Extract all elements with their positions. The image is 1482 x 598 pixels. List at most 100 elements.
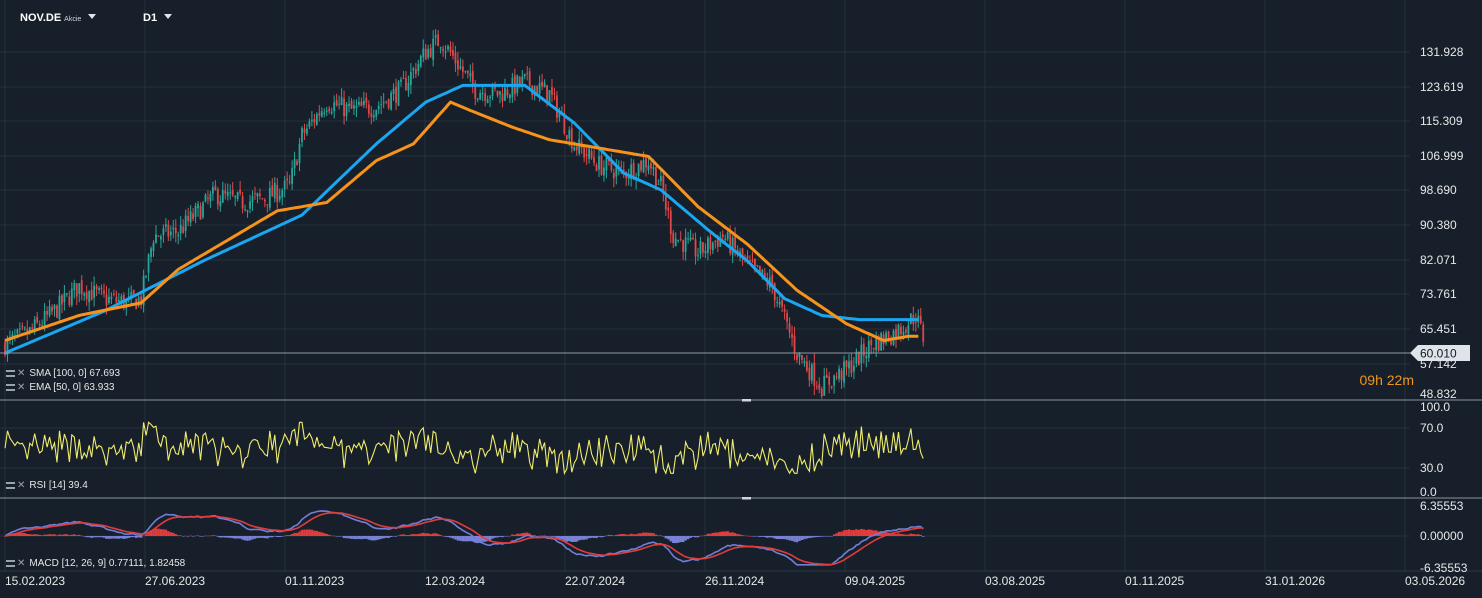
candle-body — [857, 352, 860, 366]
menu-icon[interactable] — [6, 370, 15, 377]
macd-hist-bar — [461, 536, 465, 542]
y-tick-label: 0.00000 — [1420, 529, 1464, 543]
pane-resize-handle-1[interactable] — [742, 399, 751, 402]
macd-hist-bar — [624, 534, 628, 536]
close-icon[interactable]: ✕ — [17, 559, 25, 569]
candle-body — [828, 376, 831, 385]
menu-icon[interactable] — [6, 384, 15, 391]
macd-hist-bar — [845, 529, 848, 536]
chevron-down-icon[interactable] — [164, 14, 173, 19]
candle-body — [615, 167, 618, 177]
macd-hist-bar — [191, 536, 195, 537]
macd-hist-bar — [701, 535, 705, 537]
macd-hist-bar — [377, 536, 380, 540]
candle-body — [380, 104, 383, 106]
close-icon[interactable]: ✕ — [17, 481, 25, 491]
y-tick-label: 73.761 — [1420, 287, 1457, 301]
macd-hist-bar — [771, 536, 774, 538]
macd-hist-bar — [815, 536, 819, 538]
candle-body — [169, 231, 172, 236]
y-tick-label: 115.309 — [1420, 114, 1463, 128]
candle-body — [875, 338, 878, 351]
candle-body — [249, 201, 251, 209]
macd-hist-bar — [105, 536, 108, 539]
macd-hist-bar — [226, 536, 229, 538]
candle-body — [796, 354, 798, 360]
candle-body — [556, 95, 558, 118]
macd-hist-bar — [731, 532, 734, 536]
candle-body — [637, 163, 640, 177]
candle-body — [434, 35, 437, 38]
candle-body — [650, 162, 652, 169]
candle-body — [226, 191, 229, 196]
macd-hist-bar — [335, 536, 338, 537]
candle-body — [429, 48, 432, 57]
close-icon[interactable]: ✕ — [17, 369, 25, 379]
macd-hist-bar — [607, 534, 611, 536]
candle-body — [308, 121, 311, 127]
y-tick-label: 123.619 — [1420, 80, 1464, 94]
candle-body — [452, 49, 454, 56]
candle-body — [335, 100, 338, 106]
x-tick-label: 15.02.2023 — [5, 574, 65, 588]
macd-hist-bar — [248, 536, 252, 541]
macd-hist-bar — [595, 536, 598, 539]
chart-canvas[interactable]: 60.010 131.928123.619115.309106.99998.69… — [0, 0, 1482, 598]
macd-hist-bar — [761, 536, 764, 537]
candle-body — [570, 128, 573, 149]
candle-body — [56, 305, 58, 318]
macd-hist-bar — [28, 534, 31, 536]
pane-resize-handle-2[interactable] — [742, 497, 751, 500]
candle-body — [442, 49, 444, 51]
macd-hist-bar — [21, 532, 24, 536]
y-tick-label: 82.071 — [1420, 253, 1457, 267]
macd-hist-bar — [850, 530, 853, 536]
macd-hist-bar — [78, 534, 81, 536]
macd-hist-bar — [818, 536, 821, 537]
candle-body — [833, 375, 836, 386]
candle-body — [679, 238, 682, 240]
macd-hist-bar — [48, 534, 51, 536]
indicator-macd: ✕ MACD [12, 26, 9] 0.77111, 1.82458 — [6, 558, 185, 569]
candle-body — [214, 185, 217, 190]
candle-body — [207, 197, 209, 199]
macd-hist-bar — [365, 536, 368, 539]
macd-hist-bar — [778, 536, 781, 539]
macd-hist-bar — [167, 531, 170, 536]
macd-hist-bar — [615, 534, 618, 536]
macd-hist-bar — [342, 536, 346, 539]
macd-hist-bar — [177, 535, 180, 536]
close-icon[interactable]: ✕ — [17, 383, 25, 393]
macd-hist-bar — [647, 532, 650, 536]
macd-hist-bar — [134, 536, 138, 538]
candle-body — [657, 183, 660, 185]
candle-body — [526, 72, 529, 74]
candle-body — [311, 119, 313, 121]
symbol-selector[interactable]: NOV.DE Akcie — [20, 12, 97, 24]
macd-hist-bar — [246, 536, 249, 541]
macd-hist-bar — [466, 536, 470, 542]
chevron-down-icon[interactable] — [88, 14, 97, 19]
menu-icon[interactable] — [6, 560, 15, 567]
candle-body — [192, 213, 194, 219]
macd-hist-bar — [827, 536, 831, 537]
candle-body — [801, 355, 803, 360]
macd-hist-bar — [664, 536, 668, 539]
macd-hist-bar — [454, 536, 457, 540]
macd-hist-bar — [580, 536, 583, 540]
timeframe-selector[interactable]: D1 — [143, 12, 173, 24]
candle-body — [313, 119, 316, 123]
macd-hist-bar — [694, 536, 697, 538]
macd-hist-bar — [23, 533, 27, 536]
macd-hist-bar — [451, 536, 455, 539]
menu-icon[interactable] — [6, 482, 15, 489]
candle-body — [815, 386, 818, 388]
macd-hist-bar — [221, 536, 225, 538]
macd-hist-bar — [921, 536, 925, 537]
candle-body — [147, 254, 150, 273]
macd-hist-bar — [261, 536, 264, 538]
candle-body — [251, 196, 254, 203]
candle-body — [751, 259, 754, 261]
candle-body — [63, 293, 66, 303]
macd-hist-bar — [436, 534, 440, 536]
